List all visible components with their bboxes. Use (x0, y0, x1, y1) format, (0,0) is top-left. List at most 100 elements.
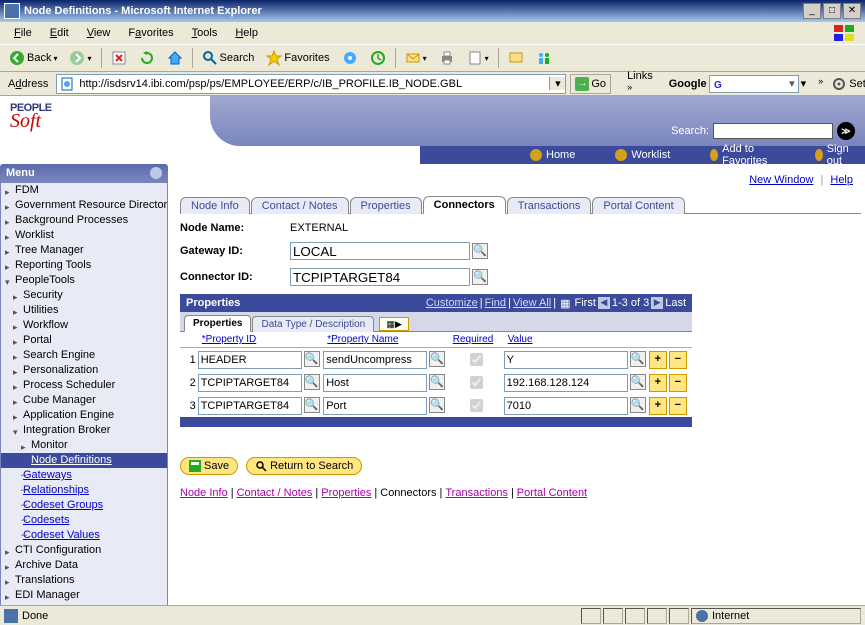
lookup-icon[interactable]: 🔍 (304, 374, 320, 390)
property-id-input[interactable] (198, 351, 302, 369)
show-all-columns[interactable]: ▦▶ (379, 317, 409, 331)
favorites-button[interactable]: Favorites (261, 47, 334, 69)
save-button[interactable]: Save (180, 457, 238, 475)
menu-item[interactable]: Node Definitions (1, 453, 167, 468)
grid-first[interactable]: First (575, 297, 596, 309)
menu-item[interactable]: ▸CTI Configuration (1, 543, 167, 558)
delete-row-button[interactable]: − (669, 374, 687, 392)
property-id-input[interactable] (198, 397, 302, 415)
add-row-button[interactable]: + (649, 374, 667, 392)
menu-item[interactable]: ▸EDI Manager (1, 588, 167, 603)
print-button[interactable] (434, 47, 460, 69)
address-dropdown[interactable]: ▾ (549, 77, 565, 90)
menu-item[interactable]: ▸FDM (1, 183, 167, 198)
maximize-button[interactable]: □ (823, 3, 841, 19)
add-row-button[interactable]: + (649, 397, 667, 415)
tab-node-info[interactable]: Node Info (180, 197, 250, 214)
menu-item[interactable]: ▸Utilities (1, 303, 167, 318)
menu-item[interactable]: Codeset Groups (1, 498, 167, 513)
menu-item[interactable]: ▸Personalization (1, 363, 167, 378)
links-button[interactable]: Links » (623, 70, 657, 98)
lookup-icon[interactable]: 🔍 (304, 351, 320, 367)
lookup-icon[interactable]: 🔍 (304, 397, 320, 413)
menu-list[interactable]: ▸FDM▸Government Resource Directory▸Backg… (0, 182, 168, 607)
menu-item[interactable]: ▾PeopleTools (1, 273, 167, 288)
nav-signout[interactable]: Sign out (815, 143, 853, 167)
tab-contact-notes[interactable]: Contact / Notes (251, 197, 349, 214)
edit-button[interactable]: ▾ (462, 47, 494, 69)
grid-next[interactable]: ▶ (651, 297, 663, 309)
lookup-icon[interactable]: 🔍 (630, 374, 646, 390)
col-value[interactable]: Value (504, 332, 649, 347)
nav-worklist[interactable]: Worklist (615, 149, 670, 161)
google-search-box[interactable]: G ▾ (709, 75, 799, 93)
property-name-input[interactable] (323, 397, 427, 415)
close-button[interactable]: ✕ (843, 3, 861, 19)
menu-item[interactable]: ▸Tree Manager (1, 243, 167, 258)
add-row-button[interactable]: + (649, 351, 667, 369)
grid-prev[interactable]: ◀ (598, 297, 610, 309)
value-input[interactable] (504, 397, 628, 415)
gateway-lookup[interactable]: 🔍 (472, 243, 488, 259)
bottom-tab-link[interactable]: Properties (321, 487, 371, 499)
back-button[interactable]: Back ▾ (4, 47, 62, 69)
search-button[interactable]: Search (197, 47, 260, 69)
menu-item[interactable]: ▸Security (1, 288, 167, 303)
property-name-input[interactable] (323, 351, 427, 369)
menu-file[interactable]: File (6, 25, 40, 41)
menu-help[interactable]: Help (227, 25, 266, 41)
bottom-tab-link[interactable]: Transactions (445, 487, 508, 499)
col-required[interactable]: Required (449, 332, 504, 347)
menu-item[interactable]: Gateways (1, 468, 167, 483)
menu-item[interactable]: Relationships (1, 483, 167, 498)
menu-item[interactable]: ▸Government Resource Directory (1, 198, 167, 213)
menu-edit[interactable]: Edit (42, 25, 77, 41)
grid-viewall[interactable]: View All (513, 297, 551, 309)
menu-item[interactable]: ▸Workflow (1, 318, 167, 333)
return-to-search-button[interactable]: Return to Search (246, 457, 362, 475)
menu-item[interactable]: ▸Translations (1, 573, 167, 588)
settings-button[interactable]: Settings▾ (827, 76, 865, 92)
menu-item[interactable]: ▸Portal (1, 333, 167, 348)
menu-collapse-button[interactable] (150, 167, 162, 179)
bottom-tab-link[interactable]: Contact / Notes (237, 487, 313, 499)
tab-transactions[interactable]: Transactions (507, 197, 592, 214)
home-button[interactable] (162, 47, 188, 69)
mail-button[interactable]: ▾ (400, 47, 432, 69)
tab-connectors[interactable]: Connectors (423, 196, 506, 214)
help-link[interactable]: Help (830, 174, 853, 186)
gateway-input[interactable] (290, 242, 470, 260)
minimize-button[interactable]: _ (803, 3, 821, 19)
menu-item[interactable]: ▸Cube Manager (1, 393, 167, 408)
connector-input[interactable] (290, 268, 470, 286)
subtab[interactable]: Properties (184, 315, 251, 332)
bottom-tab-link[interactable]: Portal Content (517, 487, 587, 499)
forward-button[interactable]: ▾ (64, 47, 96, 69)
lookup-icon[interactable]: 🔍 (429, 374, 445, 390)
value-input[interactable] (504, 374, 628, 392)
menu-item[interactable]: Codesets (1, 513, 167, 528)
delete-row-button[interactable]: − (669, 397, 687, 415)
tab-properties[interactable]: Properties (350, 197, 422, 214)
grid-last[interactable]: Last (665, 297, 686, 309)
stop-button[interactable] (106, 47, 132, 69)
refresh-button[interactable] (134, 47, 160, 69)
menu-item[interactable]: ▸Reporting Tools (1, 258, 167, 273)
nav-home[interactable]: Home (530, 149, 575, 161)
header-search-go[interactable]: ≫ (837, 122, 855, 140)
messenger-button[interactable] (531, 47, 557, 69)
bottom-tab-link[interactable]: Node Info (180, 487, 228, 499)
value-input[interactable] (504, 351, 628, 369)
col-property-name[interactable]: *Property Name (323, 332, 448, 347)
history-button[interactable] (365, 47, 391, 69)
property-name-input[interactable] (323, 374, 427, 392)
property-id-input[interactable] (198, 374, 302, 392)
new-window-link[interactable]: New Window (749, 174, 813, 186)
connector-lookup[interactable]: 🔍 (472, 269, 488, 285)
menu-item[interactable]: ▸Process Scheduler (1, 378, 167, 393)
grid-download-icon[interactable]: ▦ (560, 297, 570, 310)
menu-item[interactable]: ▸Archive Data (1, 558, 167, 573)
menu-item[interactable]: Codeset Values (1, 528, 167, 543)
delete-row-button[interactable]: − (669, 351, 687, 369)
bottom-tab-link[interactable]: Connectors (380, 487, 436, 499)
